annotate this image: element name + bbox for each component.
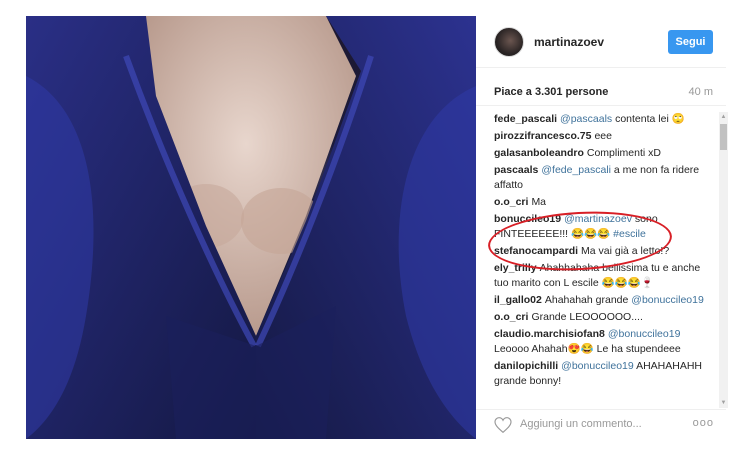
- more-options-icon[interactable]: ooo: [693, 417, 714, 429]
- comment-item: pascaals @fede_pascali a me non fa ridere…: [494, 163, 706, 193]
- comment-user[interactable]: claudio.marchisiofan8: [494, 328, 605, 340]
- comment-item: galasanboleandro Complimenti xD: [494, 146, 706, 161]
- comment-text: eee: [594, 130, 612, 142]
- photo-illustration: [26, 16, 476, 439]
- comment-user[interactable]: o.o_cri: [494, 196, 528, 208]
- comment-mention[interactable]: @fede_pascali: [541, 164, 611, 176]
- comment-mention[interactable]: @bonuccileo19: [608, 328, 681, 340]
- comment-mention[interactable]: @bonuccileo19: [561, 360, 634, 372]
- comment-item: danilopichilli @bonuccileo19 AHAHAHAHH gr…: [494, 359, 706, 389]
- comment-mention[interactable]: @pascaals: [560, 113, 612, 125]
- comment-item: o.o_cri Grande LEOOOOOO....: [494, 310, 706, 325]
- comment-item: pirozzifrancesco.75 eee: [494, 129, 706, 144]
- comments-scrollbar[interactable]: ▲ ▼: [719, 112, 728, 408]
- comment-item: fede_pascali @pascaals contenta lei 🙄: [494, 112, 706, 127]
- comment-text: Leoooo Ahahah😍😂 Le ha stupendeee: [494, 343, 681, 355]
- scroll-thumb[interactable]: [720, 124, 727, 150]
- scroll-up-arrow-icon[interactable]: ▲: [719, 112, 728, 122]
- add-comment-input[interactable]: [520, 418, 685, 430]
- post-photo[interactable]: [26, 16, 476, 439]
- comment-text: Ahahahah grande: [544, 294, 629, 306]
- comment-user[interactable]: danilopichilli: [494, 360, 558, 372]
- heart-icon[interactable]: [494, 417, 512, 433]
- likes-count[interactable]: Piace a 3.301 persone: [494, 86, 608, 98]
- post-username[interactable]: martinazoev: [534, 35, 604, 49]
- comment-item: claudio.marchisiofan8 @bonuccileo19 Leooo…: [494, 327, 706, 357]
- post-time[interactable]: 40 m: [689, 86, 713, 98]
- comment-footer: ooo: [476, 409, 726, 439]
- post-side-panel: martinazoev Segui Piace a 3.301 persone …: [476, 16, 728, 439]
- comment-text: Ma: [531, 196, 547, 208]
- comment-user[interactable]: pascaals: [494, 164, 538, 176]
- avatar[interactable]: [494, 27, 524, 57]
- comment-mention[interactable]: @bonuccileo19: [631, 294, 704, 306]
- comment-user[interactable]: il_gallo02: [494, 294, 542, 306]
- comment-user[interactable]: o.o_cri: [494, 311, 528, 323]
- comment-item: il_gallo02 Ahahahah grande @bonuccileo19: [494, 293, 706, 308]
- scroll-down-arrow-icon[interactable]: ▼: [719, 398, 728, 408]
- comment-user[interactable]: pirozzifrancesco.75: [494, 130, 591, 142]
- comment-text: Grande LEOOOOOO....: [531, 311, 643, 323]
- comment-user[interactable]: fede_pascali: [494, 113, 557, 125]
- comment-user[interactable]: galasanboleandro: [494, 147, 584, 159]
- comment-item: o.o_cri Ma: [494, 195, 706, 210]
- likes-row: Piace a 3.301 persone 40 m: [476, 68, 726, 106]
- comment-text: Complimenti xD: [586, 147, 661, 159]
- post-header: martinazoev Segui: [476, 16, 726, 68]
- follow-button[interactable]: Segui: [668, 30, 713, 54]
- comment-text: contenta lei 🙄: [615, 113, 685, 125]
